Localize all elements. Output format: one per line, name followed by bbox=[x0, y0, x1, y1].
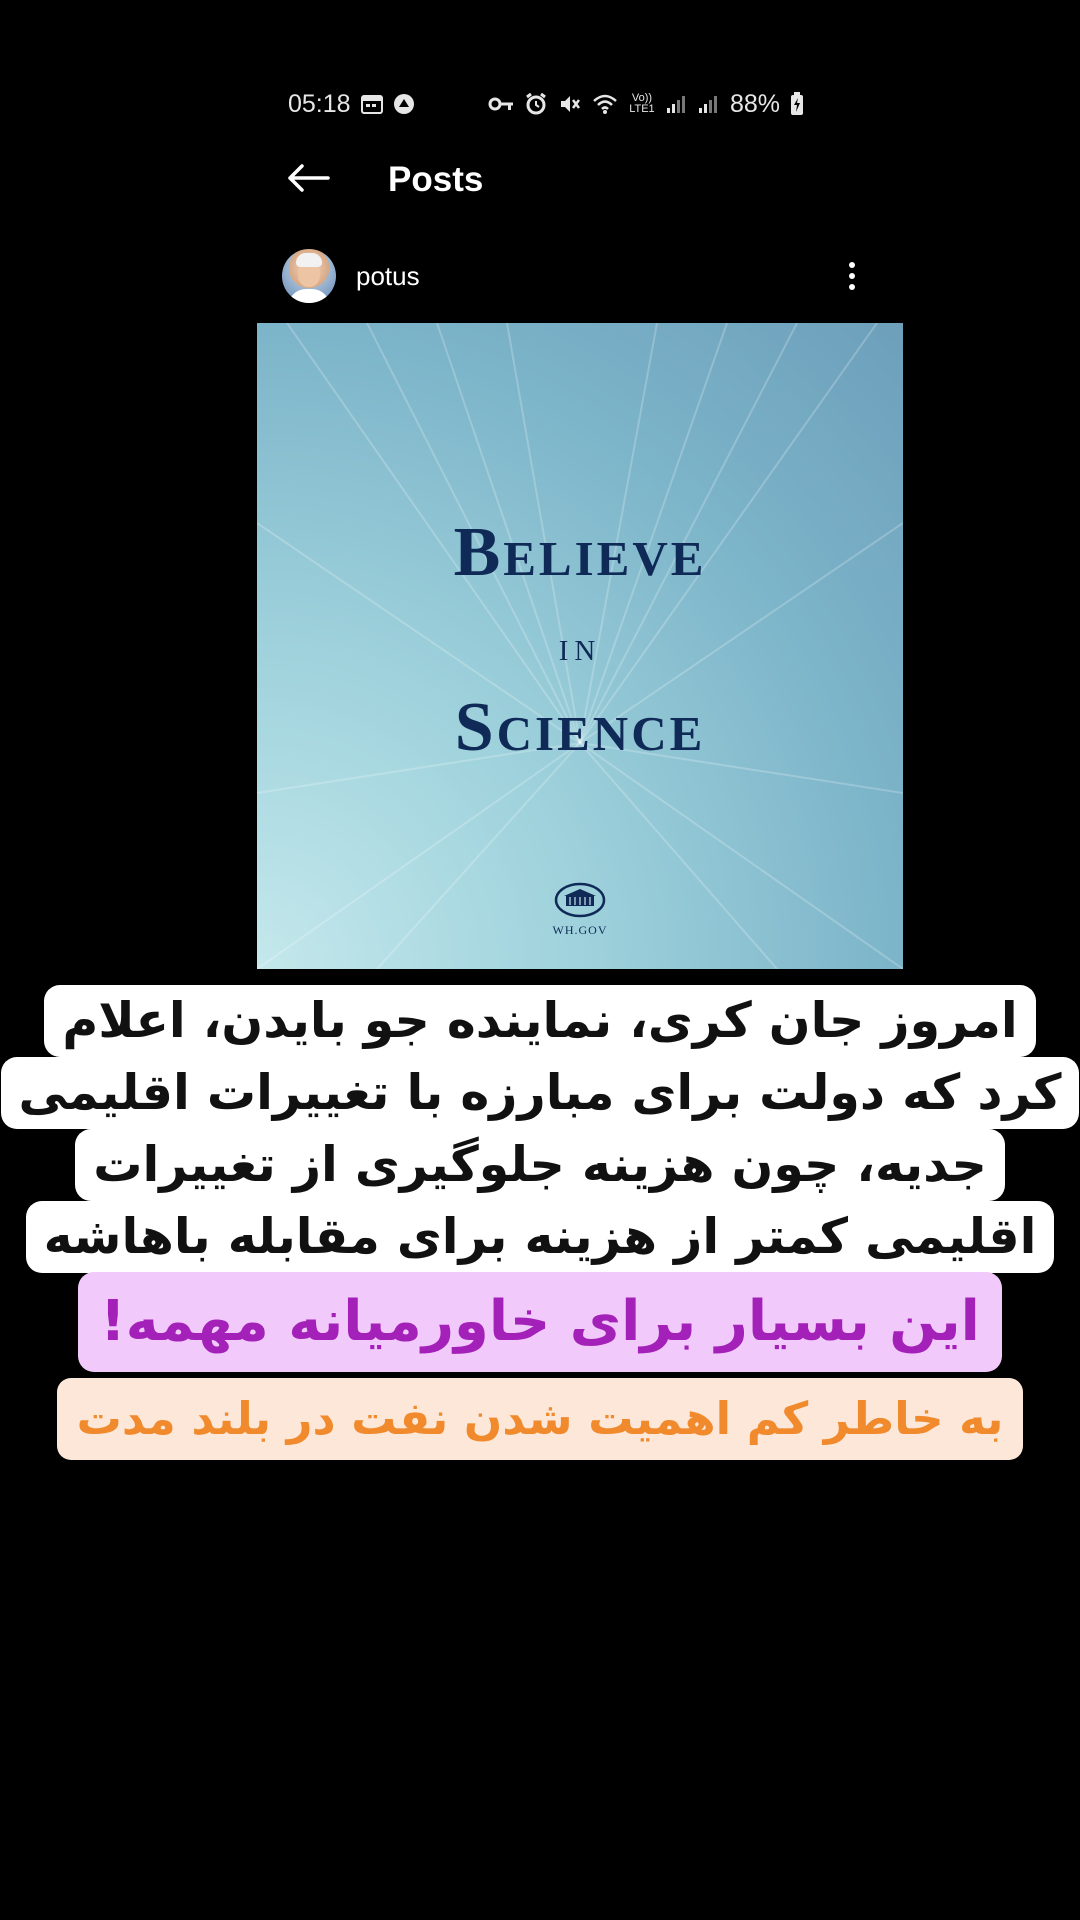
username[interactable]: potus bbox=[356, 261, 420, 292]
caption-footnote-text: به خاطر کم اهمیت شدن نفت در بلند مدت bbox=[56, 1378, 1024, 1460]
alarm-icon bbox=[524, 92, 548, 116]
toolbar: Posts bbox=[280, 150, 880, 210]
caption-footnote: به خاطر کم اهمیت شدن نفت در بلند مدت bbox=[0, 1378, 1080, 1460]
mute-icon bbox=[558, 92, 582, 116]
status-time: 05:18 bbox=[288, 89, 351, 118]
caption-main: امروز جان کری، نماینده جو بایدن، اعلام ک… bbox=[0, 985, 1080, 1273]
caption-main-line: جدیه، چون هزینه جلوگیری از تغییرات bbox=[75, 1129, 1005, 1201]
calendar-icon bbox=[360, 94, 383, 114]
post-image[interactable]: Believe in Science WH.GOV bbox=[257, 323, 903, 969]
caption-main-line: کرد که دولت برای مبارزه با تغییرات اقلیم… bbox=[0, 1057, 1080, 1129]
network-label: Vo)) LTE1 bbox=[629, 92, 655, 115]
caption-main-line: امروز جان کری، نماینده جو بایدن، اعلام bbox=[44, 985, 1036, 1057]
post-header: potus bbox=[282, 248, 872, 304]
wifi-icon bbox=[592, 93, 618, 115]
status-bar: 05:18 Vo)) LTE1 88% bbox=[288, 84, 804, 124]
avatar[interactable] bbox=[282, 249, 336, 303]
headline-science: Science bbox=[454, 689, 706, 766]
headline-believe: Believe bbox=[453, 514, 707, 591]
back-button[interactable] bbox=[280, 152, 336, 208]
caption-highlight: این بسیار برای خاورمیانه مهمه! bbox=[0, 1272, 1080, 1372]
page-title: Posts bbox=[388, 160, 484, 199]
caption-main-line: اقلیمی کمتر از هزینه برای مقابله باهاشه bbox=[25, 1201, 1055, 1273]
signal-icon-2 bbox=[698, 94, 720, 114]
key-icon bbox=[488, 96, 514, 112]
arrow-left-icon bbox=[286, 162, 330, 199]
notification-icon bbox=[393, 93, 415, 115]
battery-icon bbox=[790, 92, 804, 116]
caption-highlight-text: این بسیار برای خاورمیانه مهمه! bbox=[78, 1272, 1002, 1372]
more-options-button[interactable] bbox=[832, 251, 872, 301]
more-vertical-icon bbox=[849, 262, 855, 268]
status-right: Vo)) LTE1 88% bbox=[488, 90, 804, 119]
signal-icon bbox=[666, 94, 688, 114]
wh-gov-label: WH.GOV bbox=[552, 923, 608, 937]
white-house-logo-icon bbox=[554, 882, 606, 918]
status-left: 05:18 bbox=[288, 90, 415, 119]
battery-percent: 88% bbox=[729, 89, 780, 118]
headline-in: in bbox=[558, 624, 602, 670]
